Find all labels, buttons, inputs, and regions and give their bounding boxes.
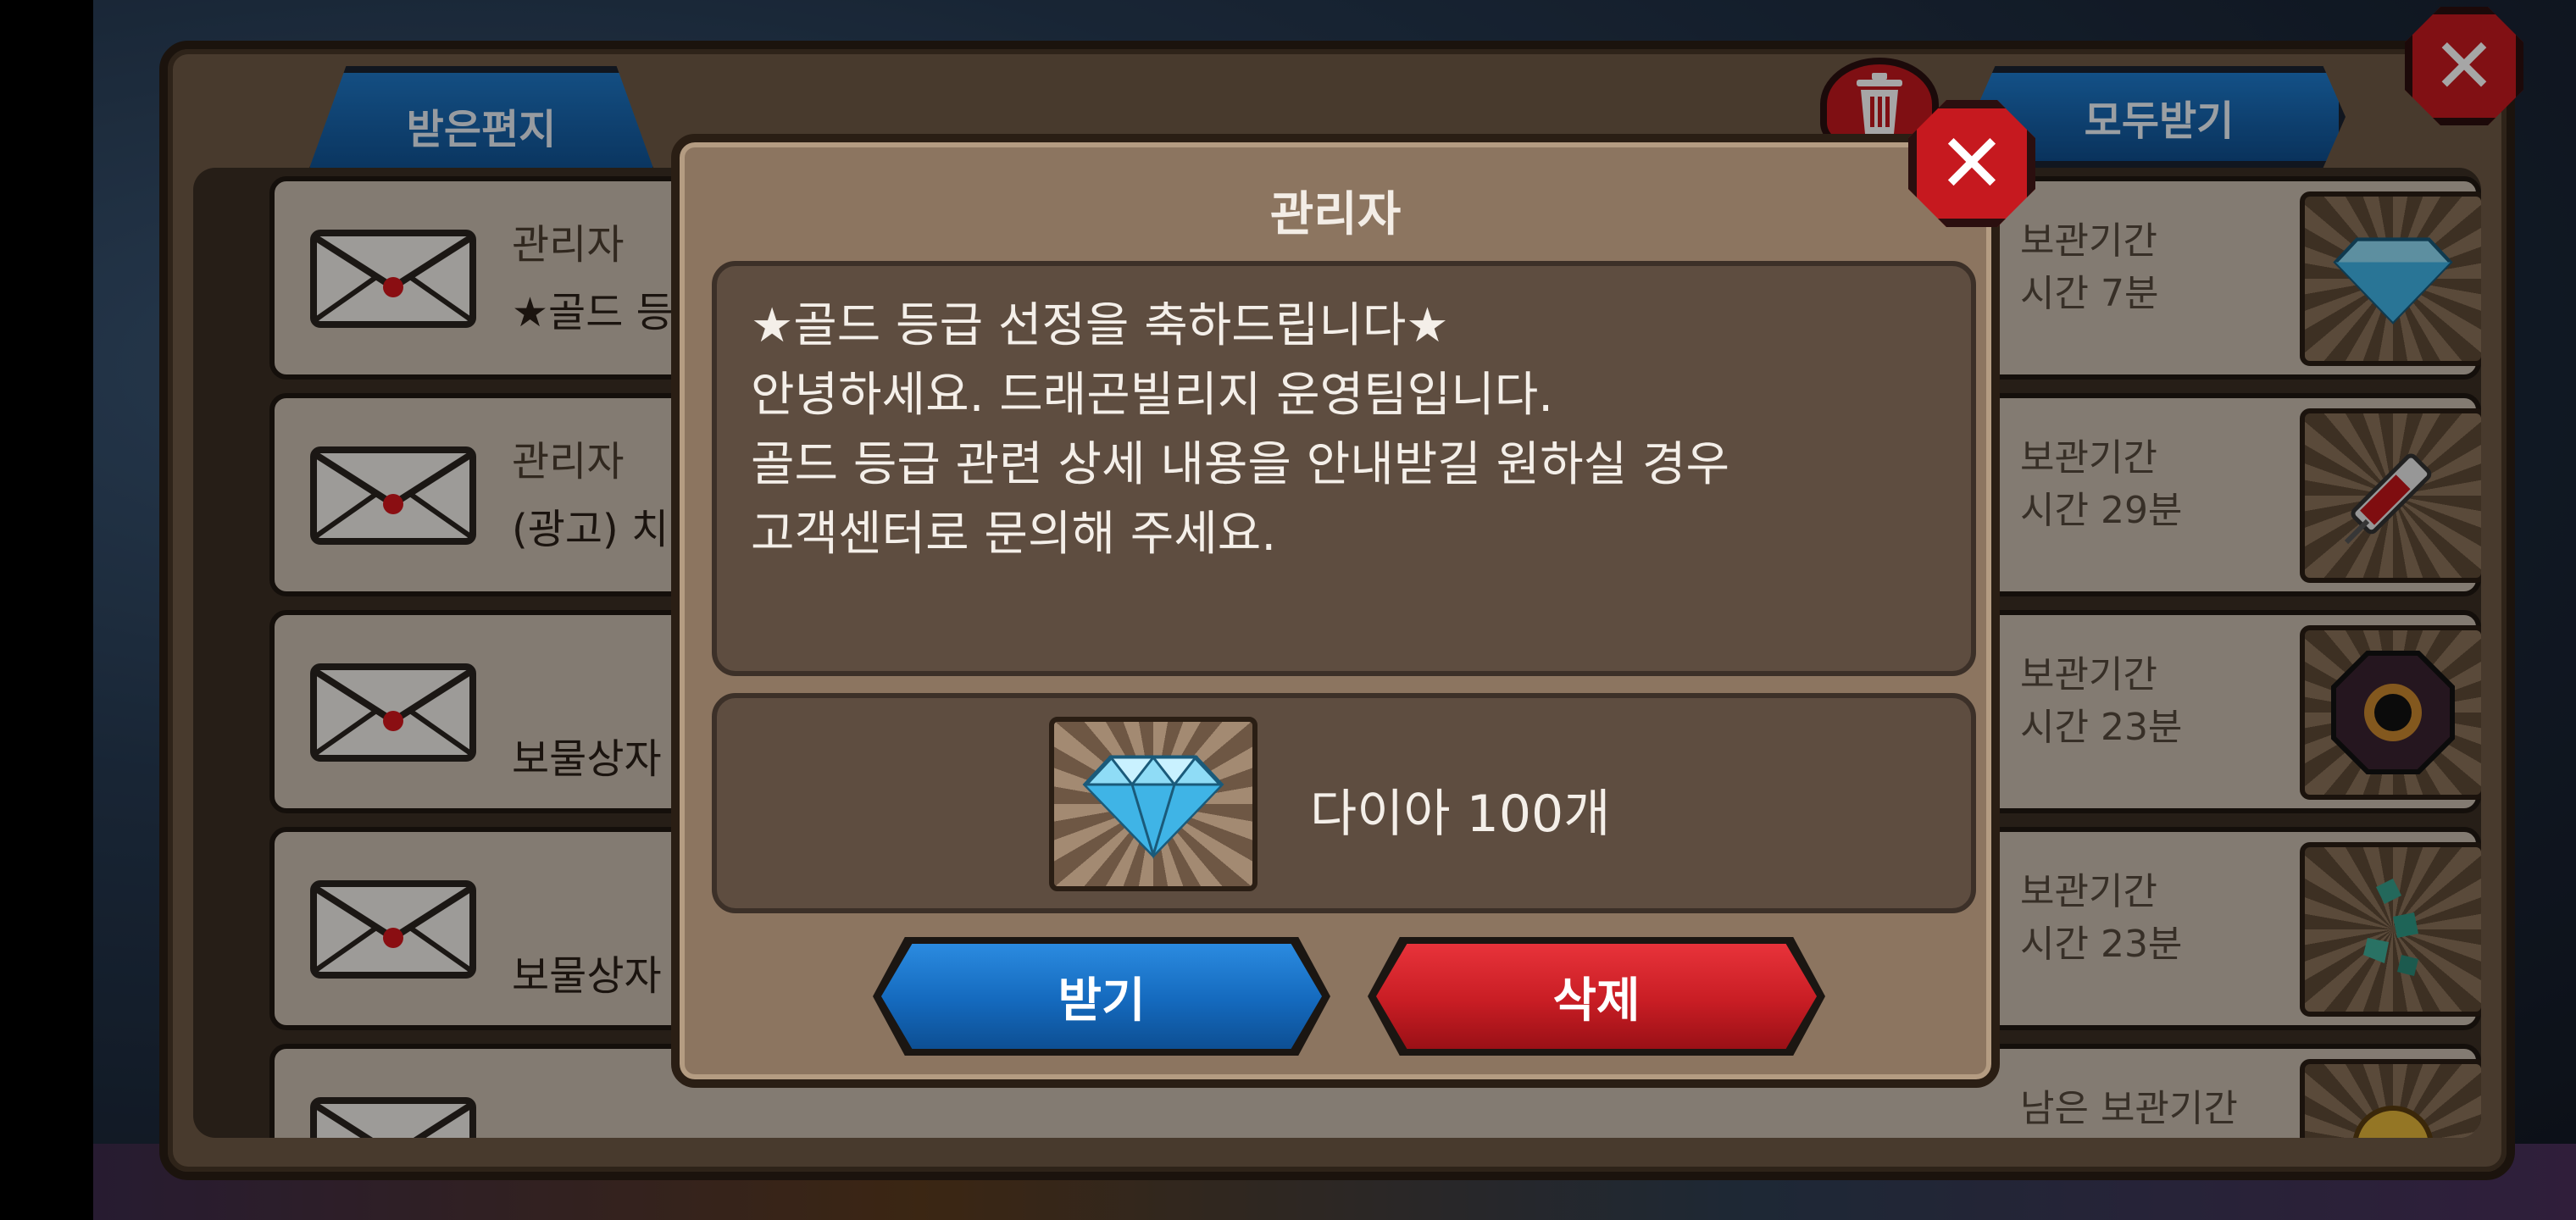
reward-label: 다이아 100개 — [1310, 785, 1611, 844]
reward-thumbnail — [1049, 717, 1257, 891]
modal-title: 관리자 — [1269, 187, 1402, 242]
receive-button[interactable]: 받기 — [881, 944, 1322, 1049]
close-icon: ✕ — [1937, 116, 2007, 211]
message-line: 안녕하세요. 드래곤빌리지 운영팀입니다. — [751, 368, 1554, 423]
modal-close-button[interactable]: ✕ — [1908, 100, 2035, 227]
diamond-icon — [1082, 755, 1224, 859]
delete-button[interactable]: 삭제 — [1376, 944, 1817, 1049]
mail-detail-modal: 관리자 ✕ ★골드 등급 선정을 축하드립니다★ 안녕하세요. 드래곤빌리지 운… — [671, 100, 2035, 1088]
message-line: ★골드 등급 선정을 축하드립니다★ — [751, 298, 1449, 353]
message-line: 고객센터로 문의해 주세요. — [751, 507, 1277, 562]
reward-box: 다이아 100개 — [712, 693, 1976, 913]
message-body: ★골드 등급 선정을 축하드립니다★ 안녕하세요. 드래곤빌리지 운영팀입니다.… — [712, 261, 1976, 676]
message-line: 골드 등급 관련 상세 내용을 안내받길 원하실 경우 — [751, 437, 1730, 492]
